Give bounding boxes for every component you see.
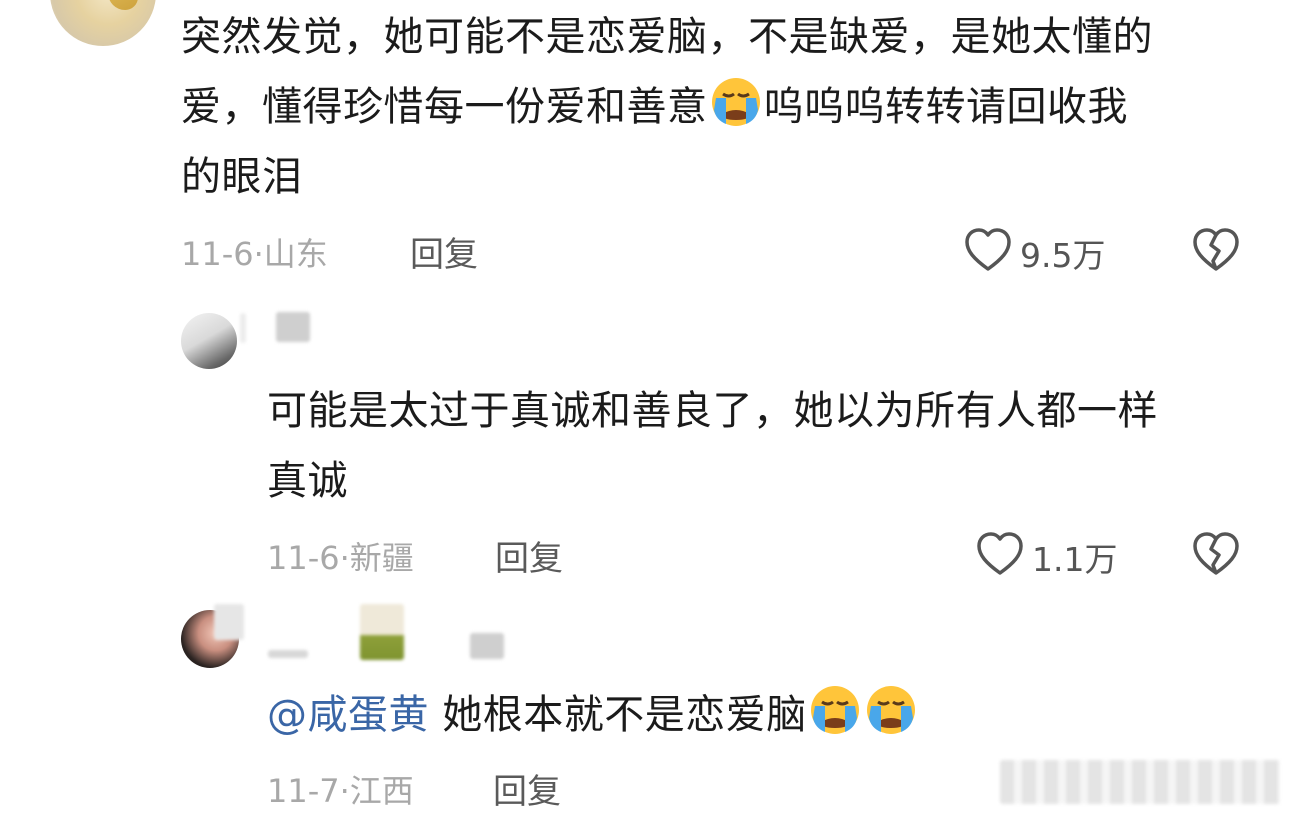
username-redacted: [268, 650, 308, 658]
heart-outline-icon: [965, 228, 1011, 271]
broken-heart-icon: [1193, 228, 1239, 271]
username-redacted: [240, 313, 246, 343]
dislike-button[interactable]: [1192, 227, 1240, 273]
commenter-avatar[interactable]: [181, 313, 237, 369]
commenter-avatar[interactable]: [50, 0, 156, 46]
broken-heart-icon: [1193, 532, 1239, 575]
comment-text: 她根本就不是恋爱脑: [442, 692, 807, 738]
comment-line: 突然发觉，她可能不是恋爱脑，不是缺爱，是她太懂的: [181, 14, 1153, 60]
username-redacted: [470, 633, 504, 659]
comment-meta: 11-7·江西: [267, 772, 414, 810]
comment-date: 11-6: [267, 539, 340, 577]
comment-body: @咸蛋黄 她根本就不是恋爱脑: [267, 680, 919, 750]
mention-link[interactable]: @咸蛋黄: [267, 692, 429, 738]
comment-location: 山东: [263, 235, 328, 273]
loudly-crying-face-emoji: [711, 78, 760, 126]
like-button[interactable]: [964, 227, 1012, 273]
loudly-crying-face-emoji: [866, 686, 915, 734]
comment-date: 11-6: [181, 235, 254, 273]
reply-button[interactable]: 回复: [493, 764, 561, 813]
comment-body: 突然发觉，她可能不是恋爱脑，不是缺爱，是她太懂的 爱，懂得珍惜每一份爱和善意 呜…: [181, 2, 1153, 212]
heart-outline-icon: [977, 532, 1023, 575]
comment-line: 可能是太过于真诚和善良了，她以为所有人都一样: [267, 388, 1158, 434]
comment-location: 江西: [349, 772, 414, 810]
loudly-crying-face-emoji: [810, 686, 859, 734]
reply-button[interactable]: 回复: [495, 531, 563, 580]
comment-body: 可能是太过于真诚和善良了，她以为所有人都一样 真诚: [267, 376, 1158, 516]
comment-meta: 11-6·山东: [181, 235, 328, 273]
username-redacted: [276, 312, 310, 342]
comment-date: 11-7: [267, 772, 340, 810]
dislike-button[interactable]: [1192, 531, 1240, 577]
comment-line: 的眼泪: [181, 154, 303, 200]
like-count: 1.1万: [1032, 540, 1118, 579]
comment-line: 爱，懂得珍惜每一份爱和善意 呜呜呜转转请回收我: [181, 72, 1153, 142]
comment-meta: 11-6·新疆: [267, 539, 414, 577]
comment-line: 真诚: [267, 458, 348, 504]
reply-button[interactable]: 回复: [410, 227, 478, 276]
username-redacted: [214, 604, 244, 640]
username-redacted: [360, 604, 404, 660]
watermark: [1000, 760, 1280, 804]
like-button[interactable]: [976, 531, 1024, 577]
like-count: 9.5万: [1020, 236, 1106, 275]
comment-location: 新疆: [349, 539, 414, 577]
